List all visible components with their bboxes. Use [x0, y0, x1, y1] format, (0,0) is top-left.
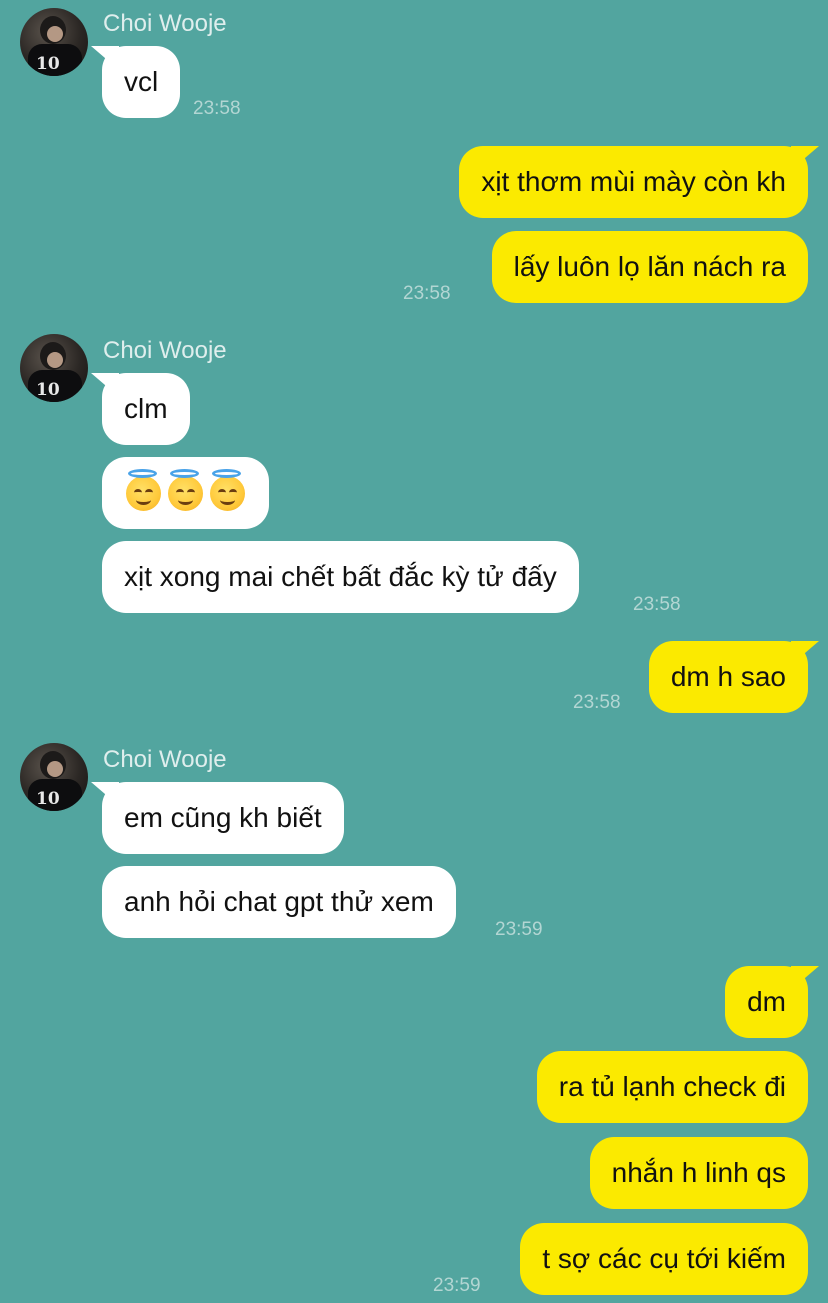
smiling-face-with-halo-icon: [126, 468, 161, 511]
message-bubble-outgoing[interactable]: t sợ các cụ tới kiếm: [520, 1223, 808, 1295]
message-bubble-outgoing[interactable]: lấy luôn lọ lăn nách ra: [491, 231, 808, 303]
message-text: dm h sao: [670, 661, 786, 692]
message-text: xịt xong mai chết bất đắc kỳ tử đấy: [124, 561, 557, 592]
sender-name: Choi Wooje: [103, 337, 227, 364]
message-bubble-outgoing[interactable]: nhắn h linh qs: [589, 1137, 808, 1209]
sender-name: Choi Wooje: [103, 10, 227, 37]
avatar-jersey-number: 10: [36, 380, 60, 400]
message-text: clm: [124, 393, 168, 424]
message-text: ra tủ lạnh check đi: [558, 1071, 786, 1102]
message-text: dm: [747, 986, 786, 1017]
avatar-jersey-number: 10: [36, 54, 60, 74]
sender-name: Choi Wooje: [103, 746, 227, 773]
message-bubble-incoming[interactable]: clm: [102, 373, 190, 445]
message-text: xịt thơm mùi mày còn kh: [481, 166, 786, 197]
contact-avatar[interactable]: 10: [20, 334, 88, 402]
message-bubble-incoming[interactable]: em cũng kh biết: [102, 782, 344, 854]
smiling-face-with-halo-icon: [210, 468, 245, 511]
message-bubble-outgoing[interactable]: ra tủ lạnh check đi: [536, 1051, 808, 1123]
message-timestamp: 23:58: [403, 283, 451, 304]
message-text: t sợ các cụ tới kiếm: [542, 1243, 786, 1274]
message-bubble-incoming[interactable]: vcl: [102, 46, 181, 118]
message-timestamp: 23:58: [633, 594, 681, 615]
smiling-face-with-halo-icon: [168, 468, 203, 511]
message-text: anh hỏi chat gpt thử xem: [124, 886, 434, 917]
message-timestamp: 23:58: [573, 692, 621, 713]
message-text: em cũng kh biết: [124, 802, 322, 833]
message-bubble-incoming[interactable]: anh hỏi chat gpt thử xem: [102, 866, 456, 938]
message-bubble-incoming-emoji[interactable]: [102, 457, 269, 529]
message-text: vcl: [124, 66, 159, 97]
message-bubble-outgoing[interactable]: xịt thơm mùi mày còn kh: [459, 146, 808, 218]
message-bubble-outgoing[interactable]: dm h sao: [648, 641, 808, 713]
emoji-row: [126, 457, 245, 529]
message-text: nhắn h linh qs: [611, 1157, 786, 1188]
message-timestamp: 23:59: [495, 919, 543, 940]
avatar-jersey-number: 10: [36, 789, 60, 809]
message-bubble-outgoing[interactable]: dm: [725, 966, 808, 1038]
contact-avatar[interactable]: 10: [20, 8, 88, 76]
message-timestamp: 23:58: [193, 98, 241, 119]
message-timestamp: 23:59: [433, 1275, 481, 1296]
contact-avatar[interactable]: 10: [20, 743, 88, 811]
message-text: lấy luôn lọ lăn nách ra: [513, 251, 786, 282]
message-bubble-incoming[interactable]: xịt xong mai chết bất đắc kỳ tử đấy: [102, 541, 579, 613]
